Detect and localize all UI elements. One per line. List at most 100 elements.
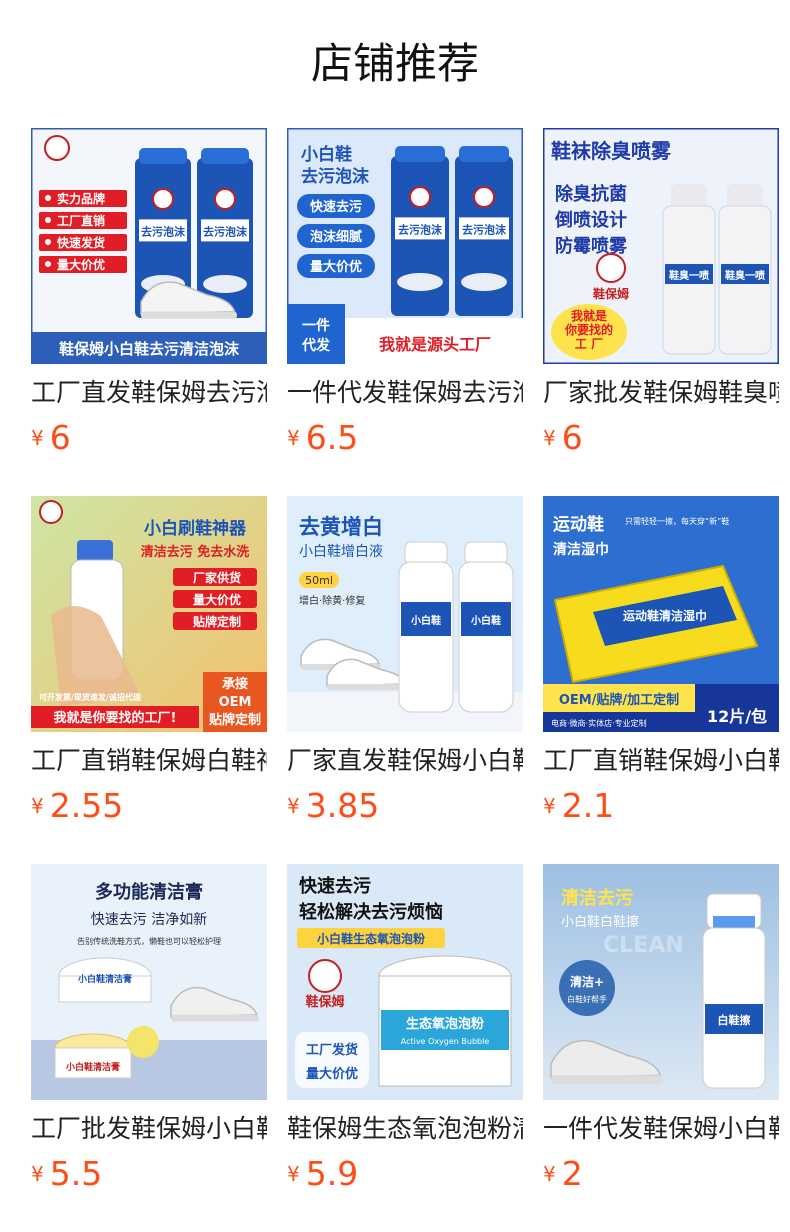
subheadline: 快速去污 洁净如新 xyxy=(91,912,207,928)
feature-label: 量大价优 xyxy=(310,259,362,275)
product-card[interactable]: 清洁去污小白鞋白鞋擦 CLEAN 清洁+ 白鞋好帮手白鞋擦一件代发鞋保姆小白鞋擦 ¥2 xyxy=(543,864,779,1196)
product-image[interactable]: 小白鞋 去污泡沫 快速去污 泡沫细腻 量大价优 去污泡沫 去污泡沫 一件 代发 我就是源头工厂 xyxy=(287,128,523,364)
spray-can: 去污泡沫 xyxy=(391,146,449,316)
page-title: 店铺推荐 xyxy=(310,39,479,88)
corner-label: OEM xyxy=(219,695,252,710)
small-print: 只需轻轻一擦，每天穿“新”鞋 xyxy=(625,516,729,526)
small-print: 告别传统洗鞋方式，懒鞋也可以轻松护理 xyxy=(77,936,221,946)
product-image[interactable]: 实力品牌 工厂直销 快速发货 量大价优 去污泡沫 去污泡沫 鞋保姆小白鞋去污清洁泡沫 xyxy=(31,128,267,364)
feature-label: 快速发货 xyxy=(57,235,105,250)
bottle-label: 小白鞋 xyxy=(470,614,501,627)
product-price: 5.5 xyxy=(49,1154,103,1193)
small-print: 可开发票/现货速发/诚招代理 xyxy=(39,692,141,702)
product-image[interactable]: 多功能清洁膏 快速去污 洁净如新 告别传统洗鞋方式，懒鞋也可以轻松护理 小白鞋清洁膏小… xyxy=(31,864,267,1100)
pack-label: 运动鞋清洁湿巾 xyxy=(623,608,707,623)
bottom-banner: OEM/贴牌/加工定制 xyxy=(559,692,679,708)
headline: 小白刷鞋神器 xyxy=(144,518,247,539)
paste-jar: 小白鞋清洁膏 xyxy=(58,957,152,1003)
product-image[interactable]: 清洁去污 小白鞋白鞋擦 CLEAN 清洁+ 白鞋好帮手 白鞋擦 xyxy=(543,864,779,1100)
bottle-label: 鞋臭一喷 xyxy=(669,269,709,282)
can-label: 去污泡沫 xyxy=(203,224,248,238)
product-image[interactable]: 运动鞋 清洁湿巾 只需轻轻一擦，每天穿“新”鞋 运动鞋清洁湿巾 OEM/贴牌/加工定制电… xyxy=(543,496,779,732)
feature-label: 量大价优 xyxy=(193,592,241,607)
corner-label: 代发 xyxy=(301,337,331,354)
currency-symbol: ¥ xyxy=(543,426,556,450)
spray-bottle: 鞋臭一喷 xyxy=(662,184,716,355)
corner-label: 贴牌定制 xyxy=(209,712,261,728)
watermark-text: CLEAN xyxy=(603,933,684,958)
product-card[interactable]: 快速去污 轻松解决去污烦恼 小白鞋生态氧泡泡粉 鞋保姆 工厂发货 量大价优 生态氧泡泡粉 Ac… xyxy=(287,864,523,1196)
pack-count: 12片/包 xyxy=(707,707,767,726)
subheadline: 小白鞋增白液 xyxy=(299,544,383,560)
price-row: ¥5.9 xyxy=(287,1152,358,1196)
spray-can: 去污泡沫 xyxy=(455,146,513,316)
small-print: 增白·除黄·修复 xyxy=(299,594,365,607)
can-label: 去污泡沫 xyxy=(141,224,186,238)
product-card[interactable]: 小白刷鞋神器 清洁去污 免去水洗 厂家供货 量大价优 贴牌定制 可开发票/现货速发/诚招代… xyxy=(31,496,267,828)
headline: 清洁去污 xyxy=(561,887,633,909)
product-name[interactable]: 工厂直销鞋保姆白鞋神器 xyxy=(31,744,267,778)
stamp-text: 我就是 xyxy=(571,308,608,323)
spray-bottle: 鞋臭一喷 xyxy=(718,184,772,355)
product-price: 2.1 xyxy=(561,786,615,825)
feature-label: 工厂直销 xyxy=(57,213,105,228)
product-name[interactable]: 厂家直发鞋保姆小白鞋增白液 xyxy=(287,744,523,778)
product-price: 6 xyxy=(49,418,71,457)
volume-tag: 50ml xyxy=(305,574,333,587)
subheadline: 小白鞋白鞋擦 xyxy=(561,914,639,930)
product-card[interactable]: 鞋袜除臭喷雾 除臭抗菌 倒喷设计 防霉喷雾 鞋臭一喷 鞋臭一喷 鞋保姆 我就是 你要找的工 厂厂… xyxy=(543,128,779,460)
product-name[interactable]: 一件代发鞋保姆去污泡沫 xyxy=(287,376,523,410)
product-name[interactable]: 鞋保姆生态氧泡泡粉清洁剂 xyxy=(287,1112,523,1146)
price-row: ¥2 xyxy=(543,1152,583,1196)
product-band: 小白鞋生态氧泡泡粉 xyxy=(317,931,425,946)
product-price: 6.5 xyxy=(305,418,359,457)
brand-logo-icon xyxy=(308,959,342,993)
product-image[interactable]: 鞋袜除臭喷雾 除臭抗菌 倒喷设计 防霉喷雾 鞋臭一喷 鞋臭一喷 鞋保姆 我就是 你要找的工 厂 xyxy=(543,128,779,364)
brand-logo-icon xyxy=(39,500,63,524)
corner-label: 一件 xyxy=(302,317,330,334)
product-price: 3.85 xyxy=(305,786,380,825)
product-card[interactable]: 小白鞋 去污泡沫 快速去污 泡沫细腻 量大价优 去污泡沫 去污泡沫 一件 代发 我就是源头工厂 一件… xyxy=(287,128,523,460)
product-card[interactable]: 运动鞋 清洁湿巾 只需轻轻一擦，每天穿“新”鞋 运动鞋清洁湿巾 OEM/贴牌/加工定制电… xyxy=(543,496,779,828)
product-image[interactable]: 快速去污 轻松解决去污烦恼 小白鞋生态氧泡泡粉 鞋保姆 工厂发货 量大价优 生态氧泡泡粉 Ac… xyxy=(287,864,523,1100)
product-card[interactable]: 实力品牌 工厂直销 快速发货 量大价优 去污泡沫 去污泡沫 鞋保姆小白鞋去污清洁泡沫 工厂直发… xyxy=(31,128,267,460)
product-image[interactable]: 小白刷鞋神器 清洁去污 免去水洗 厂家供货 量大价优 贴牌定制 可开发票/现货速发/诚招代… xyxy=(31,496,267,732)
subheadline: 清洁去污 免去水洗 xyxy=(141,544,250,560)
can-label: 去污泡沫 xyxy=(398,222,443,236)
whitener-bottle: 小白鞋 xyxy=(458,541,514,713)
product-price: 6 xyxy=(561,418,583,457)
product-image[interactable]: 去黄增白 小白鞋增白液 50ml 增白·除黄·修复 小白鞋 小白鞋 xyxy=(287,496,523,732)
price-row: ¥6.5 xyxy=(287,416,358,460)
currency-symbol: ¥ xyxy=(543,1162,556,1186)
brand-name: 鞋保姆 xyxy=(593,286,629,301)
bottle-label: 白鞋擦 xyxy=(718,1013,751,1027)
headline: 快速去污 xyxy=(299,875,371,897)
bottom-banner: 我就是你要找的工厂! xyxy=(54,710,177,726)
headline: 运动鞋 xyxy=(553,514,604,535)
headline: 小白鞋 xyxy=(301,144,352,165)
feature-label: 工厂发货 xyxy=(306,1042,358,1058)
price-row: ¥3.85 xyxy=(287,784,379,828)
product-price: 2 xyxy=(561,1154,583,1193)
product-name[interactable]: 厂家批发鞋保姆鞋臭喷雾 xyxy=(543,376,779,410)
jar-label: 小白鞋清洁膏 xyxy=(77,973,132,985)
stamp-text: 工 厂 xyxy=(575,337,603,351)
product-card[interactable]: 去黄增白小白鞋增白液 50ml 增白·除黄·修复小白鞋 小白鞋厂家直发鞋保姆小白鞋增白… xyxy=(287,496,523,828)
powder-tub: 生态氧泡泡粉 Active Oxygen Bubble xyxy=(378,955,512,1087)
product-card[interactable]: 多功能清洁膏 快速去污 洁净如新 告别传统洗鞋方式，懒鞋也可以轻松护理 小白鞋清洁膏小… xyxy=(31,864,267,1196)
bottom-banner: 我就是源头工厂 xyxy=(379,335,491,354)
product-price: 2.55 xyxy=(49,786,124,825)
small-print: 电商·微商·实体店·专业定制 xyxy=(551,718,647,728)
paste-jar-open: 小白鞋清洁膏 xyxy=(54,1033,132,1079)
bottom-banner: 鞋保姆小白鞋去污清洁泡沫 xyxy=(59,340,240,358)
tub-label: Active Oxygen Bubble xyxy=(401,1037,490,1046)
product-name[interactable]: 一件代发鞋保姆小白鞋擦 xyxy=(543,1112,779,1146)
product-name[interactable]: 工厂直销鞋保姆小白鞋湿巾 xyxy=(543,744,779,778)
currency-symbol: ¥ xyxy=(31,426,44,450)
badge-text: 白鞋好帮手 xyxy=(567,994,607,1004)
eraser-bottle: 白鞋擦 xyxy=(702,893,766,1089)
headline: 多功能清洁膏 xyxy=(95,881,203,903)
product-name[interactable]: 工厂直发鞋保姆去污泡沫 xyxy=(31,376,267,410)
brand-name: 鞋保姆 xyxy=(305,994,344,1010)
product-name[interactable]: 工厂批发鞋保姆小白鞋清洁膏 xyxy=(31,1112,267,1146)
